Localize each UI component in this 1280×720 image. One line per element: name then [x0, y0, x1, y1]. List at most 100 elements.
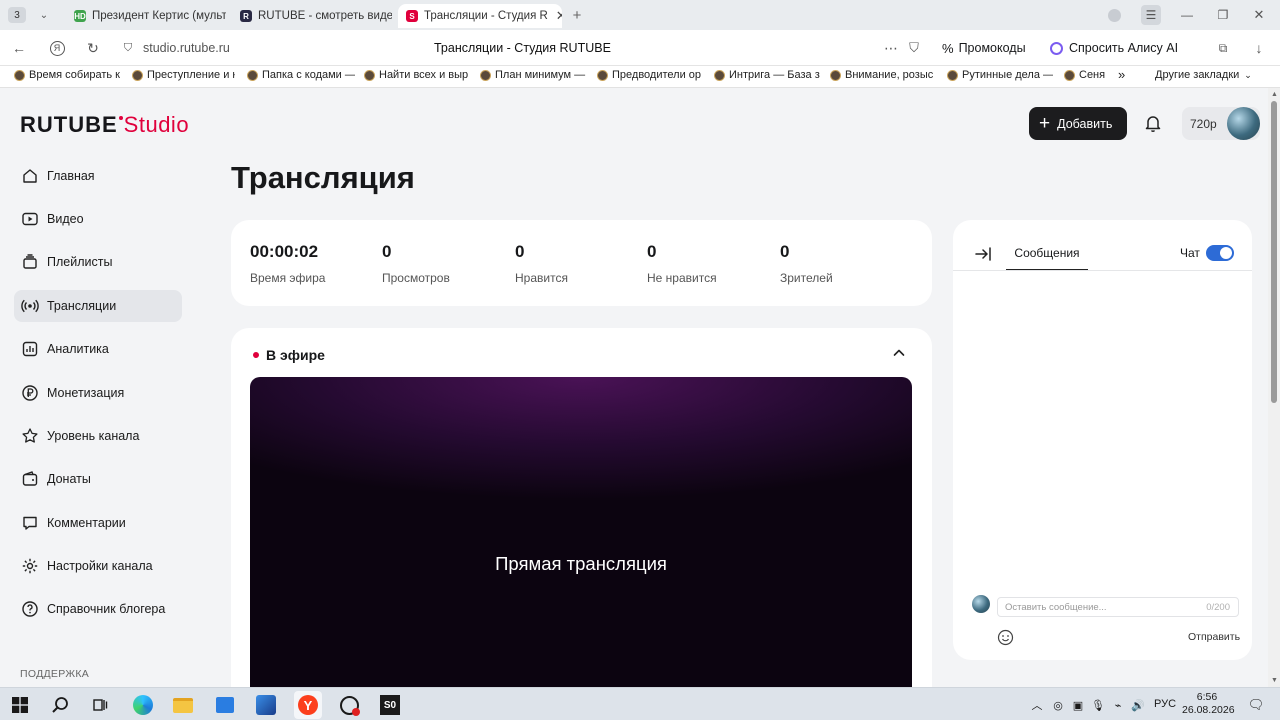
- more-icon[interactable]: ⋯: [882, 39, 900, 57]
- bookmark-item[interactable]: Время собирать к: [14, 69, 132, 81]
- volume-icon[interactable]: 🔊: [1129, 691, 1147, 719]
- avatar[interactable]: [1227, 107, 1260, 140]
- windows-start-icon[interactable]: [6, 691, 34, 719]
- chat-panel: Сообщения Чат Оставить сообщение... 0/20…: [953, 220, 1252, 660]
- new-tab-icon[interactable]: +: [568, 7, 586, 24]
- sidebar-item-monetization[interactable]: Монетизация: [14, 377, 182, 409]
- yandex-icon[interactable]: Я: [48, 39, 66, 57]
- sidebar-item-home[interactable]: Главная: [14, 160, 182, 192]
- notification-center-icon[interactable]: 🗨: [1242, 691, 1270, 719]
- sidebar-item-playlists[interactable]: Плейлисты: [14, 246, 182, 278]
- tab-counter[interactable]: 3: [8, 7, 26, 23]
- video-player[interactable]: Прямая трансляция: [250, 377, 912, 687]
- rutube-icon: R: [240, 10, 252, 22]
- sidebar-item-channel-level[interactable]: Уровень канала: [14, 420, 182, 452]
- bookmark-favicon-icon: [947, 69, 958, 81]
- live-label: В эфире: [266, 347, 325, 363]
- stat-value: 0: [780, 242, 790, 261]
- bookmark-item[interactable]: Рутинные дела —: [947, 69, 1053, 81]
- language-indicator[interactable]: РУС: [1154, 698, 1176, 710]
- tray-app-icon[interactable]: ▣: [1069, 691, 1087, 719]
- store-icon[interactable]: [211, 691, 239, 719]
- emoji-icon[interactable]: [997, 629, 1014, 646]
- bookmark-item[interactable]: Сеня: [1064, 69, 1106, 81]
- promo-button[interactable]: % Промокоды: [934, 35, 1036, 61]
- notifications-bell-icon[interactable]: [1143, 113, 1165, 135]
- sidebar-item-blogger-guide[interactable]: Справочник блогера: [14, 593, 182, 625]
- add-button[interactable]: + Добавить: [1029, 107, 1127, 140]
- extensions-icon[interactable]: ⧉: [1214, 39, 1232, 57]
- download-icon[interactable]: ↓: [1250, 39, 1268, 57]
- bookmark-item[interactable]: Папка с кодами —: [247, 69, 355, 81]
- stat-value: 00:00:02: [250, 242, 319, 261]
- network-icon[interactable]: ⌁: [1109, 691, 1127, 719]
- back-icon[interactable]: ←: [10, 39, 28, 57]
- yandex-browser-icon[interactable]: Y: [294, 691, 322, 719]
- send-button[interactable]: Отправить: [1188, 631, 1240, 643]
- chevron-down-icon: ⌄: [1244, 69, 1252, 80]
- sidebar-item-comments[interactable]: Комментарии: [14, 507, 182, 539]
- bookmarks-bar: Время собирать к Преступление и н Папка …: [0, 66, 1280, 88]
- sidebar-item-channel-settings[interactable]: Настройки канала: [14, 550, 182, 582]
- chat-message-input[interactable]: Оставить сообщение... 0/200: [997, 597, 1239, 617]
- obs-icon[interactable]: [335, 691, 363, 719]
- app-blue-icon[interactable]: [252, 691, 280, 719]
- broadcast-icon: [20, 296, 40, 316]
- bookmark-favicon-icon: [480, 69, 491, 81]
- alice-label: Спросить Алису AI: [1069, 41, 1179, 55]
- page-title: Трансляция: [231, 160, 415, 195]
- bookmarks-more-icon[interactable]: »: [1118, 67, 1125, 82]
- security-shield-icon[interactable]: ⛉: [120, 40, 136, 56]
- minimize-icon[interactable]: —: [1178, 7, 1196, 23]
- window-close-icon[interactable]: ✕: [1250, 7, 1268, 23]
- task-view-icon[interactable]: [86, 691, 114, 719]
- search-icon[interactable]: [46, 691, 74, 719]
- bookmark-item[interactable]: Внимание, розыс: [830, 69, 936, 81]
- tabs-dropdown-icon[interactable]: ⌄: [36, 7, 52, 23]
- close-tab-icon[interactable]: ✕: [556, 8, 562, 24]
- edge-icon[interactable]: [129, 691, 157, 719]
- scrollbar-thumb[interactable]: [1271, 101, 1277, 403]
- scroll-down-icon[interactable]: ▼: [1271, 677, 1278, 684]
- bookmark-item[interactable]: Интрига — База з: [714, 69, 820, 81]
- page-title-display: Трансляции - Студия RUTUBE: [434, 41, 611, 55]
- windows-taskbar: Y S0 ︿ ◎ ▣ 🎙 ⌁ 🔊 РУС 6:56 26.08.2026 🗨: [0, 687, 1280, 720]
- bookmark-item[interactable]: Преступление и н: [132, 69, 235, 81]
- sidebar-item-donations[interactable]: Донаты: [14, 463, 182, 495]
- bookmark-label: Папка с кодами —: [262, 69, 355, 81]
- collapse-chat-icon[interactable]: [973, 244, 993, 264]
- tab-rutube-studio[interactable]: S Трансляции - Студия R ✕: [398, 4, 562, 28]
- sidebar-item-video[interactable]: Видео: [14, 203, 182, 235]
- bookmark-favicon-icon: [247, 69, 258, 81]
- restore-icon[interactable]: ❐: [1214, 7, 1232, 23]
- sidebar-item-broadcasts[interactable]: Трансляции: [14, 290, 182, 322]
- other-bookmarks[interactable]: Другие закладки ⌄: [1155, 69, 1252, 81]
- bookmark-item[interactable]: Предводители ор: [597, 69, 705, 81]
- profile-icon[interactable]: [1105, 7, 1123, 23]
- tab-president-curtis[interactable]: HD Президент Кертис (мульт: [66, 4, 226, 28]
- clock[interactable]: 6:56 26.08.2026: [1182, 691, 1235, 717]
- url-field[interactable]: studio.rutube.ru: [143, 41, 230, 55]
- stat-label: Зрителей: [780, 271, 833, 285]
- microphone-icon[interactable]: 🎙: [1089, 691, 1107, 719]
- bookmark-item[interactable]: Найти всех и выр: [364, 69, 468, 81]
- scroll-up-icon[interactable]: ▲: [1271, 91, 1278, 98]
- tab-messages[interactable]: Сообщения: [1006, 244, 1088, 271]
- file-explorer-icon[interactable]: [169, 691, 197, 719]
- chat-toggle[interactable]: [1206, 245, 1234, 261]
- tray-expand-icon[interactable]: ︿: [1028, 691, 1046, 719]
- page-scrollbar[interactable]: ▲ ▼: [1268, 88, 1280, 687]
- clock-date: 26.08.2026: [1182, 704, 1235, 716]
- tab-rutube[interactable]: R RUTUBE - смотреть виде: [232, 4, 392, 28]
- collapse-chevron-icon[interactable]: [890, 344, 908, 362]
- sidebar-item-analytics[interactable]: Аналитика: [14, 333, 182, 365]
- bookmark-item[interactable]: План минимум —: [480, 69, 586, 81]
- rutube-studio-logo[interactable]: RUTUBE Studio: [20, 112, 189, 138]
- so-app-icon[interactable]: S0: [376, 691, 404, 719]
- bookmark-icon[interactable]: ⛉: [905, 39, 923, 57]
- reload-icon[interactable]: ↻: [84, 39, 102, 57]
- tray-app-icon[interactable]: ◎: [1049, 691, 1067, 719]
- menu-icon[interactable]: ☰: [1141, 5, 1161, 25]
- add-label: Добавить: [1057, 116, 1113, 131]
- alice-button[interactable]: Спросить Алису AI: [1044, 35, 1194, 61]
